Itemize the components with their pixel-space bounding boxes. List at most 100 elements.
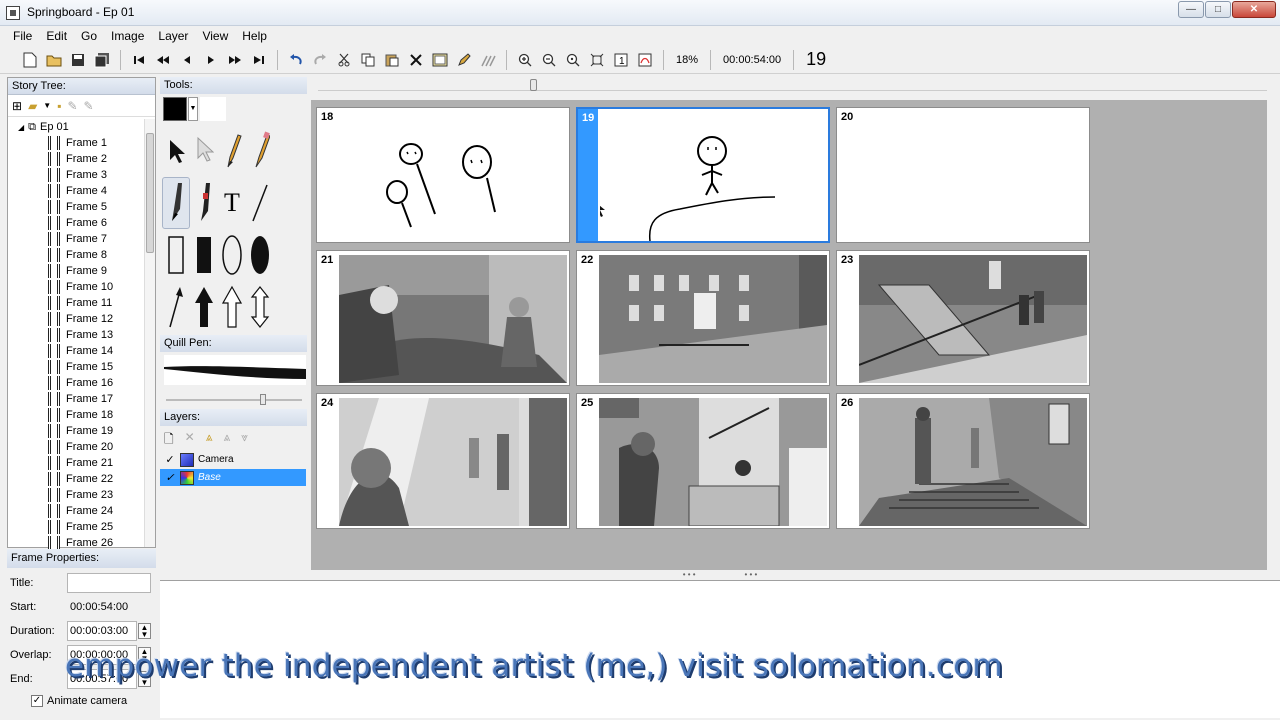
copy-icon[interactable]	[356, 49, 380, 71]
storyboard-frame[interactable]: 22	[576, 250, 830, 386]
tree-frame-item[interactable]: Frame 12	[8, 311, 146, 327]
rectangle-outline-icon[interactable]	[162, 229, 190, 281]
brush-color-swatch[interactable]	[163, 97, 187, 121]
tree-frame-item[interactable]: Frame 25	[8, 519, 146, 535]
tree-frame-item[interactable]: Frame 14	[8, 343, 146, 359]
layer-visibility-check[interactable]: ✓	[164, 453, 176, 466]
brushes-icon[interactable]	[476, 49, 500, 71]
play-icon[interactable]	[199, 49, 223, 71]
tree-frame-item[interactable]: Frame 16	[8, 375, 146, 391]
ellipse-filled-icon[interactable]	[246, 229, 274, 281]
color-dropdown-icon[interactable]: ▼	[188, 97, 198, 121]
delete-layer-icon[interactable]: ✕	[185, 430, 195, 451]
secondary-color-swatch[interactable]	[200, 97, 226, 121]
tree-frame-item[interactable]: Frame 7	[8, 231, 146, 247]
menu-view[interactable]: View	[195, 26, 235, 46]
paste-icon[interactable]	[380, 49, 404, 71]
zoom-out-icon[interactable]	[537, 49, 561, 71]
bold-arrow-icon[interactable]	[190, 281, 218, 333]
ellipse-outline-icon[interactable]	[218, 229, 246, 281]
expand-icon[interactable]: ◢	[18, 123, 24, 132]
line-tool-icon[interactable]	[246, 177, 274, 229]
tree-frame-item[interactable]: Frame 21	[8, 455, 146, 471]
double-arrow-icon[interactable]	[246, 281, 274, 333]
ink-pen-tool-icon[interactable]	[190, 177, 218, 229]
rewind-icon[interactable]	[151, 49, 175, 71]
tree-frame-item[interactable]: Frame 9	[8, 263, 146, 279]
menu-image[interactable]: Image	[104, 26, 151, 46]
transform-arrow-icon[interactable]	[190, 125, 218, 177]
title-field[interactable]	[67, 573, 151, 593]
timeline-slider-thumb[interactable]	[530, 79, 537, 91]
storyboard-frame[interactable]: 24	[316, 393, 570, 529]
move-layer-down-icon[interactable]: ⩔	[241, 430, 248, 451]
zoom-in-icon[interactable]	[513, 49, 537, 71]
tree-frame-item[interactable]: Frame 1	[8, 135, 146, 151]
tree-frame-item[interactable]: Frame 10	[8, 279, 146, 295]
tree-frame-item[interactable]: Frame 23	[8, 487, 146, 503]
tree-frame-item[interactable]: Frame 17	[8, 391, 146, 407]
pencil-tool-icon[interactable]	[218, 125, 246, 177]
quill-pen-tool-icon[interactable]	[162, 177, 190, 229]
undo-icon[interactable]	[284, 49, 308, 71]
quill-size-slider[interactable]	[166, 394, 302, 405]
last-frame-icon[interactable]	[247, 49, 271, 71]
edit-icon[interactable]: ✎	[67, 99, 77, 113]
storyboard-frame[interactable]: 25	[576, 393, 830, 529]
tree-frame-item[interactable]: Frame 2	[8, 151, 146, 167]
text-tool-icon[interactable]: T	[218, 177, 246, 229]
actual-size-icon[interactable]: 1	[609, 49, 633, 71]
folder-icon[interactable]: ▰	[28, 99, 37, 113]
storyboard-frame[interactable]: 21	[316, 250, 570, 386]
duration-spinner[interactable]: ▲ ▼	[138, 623, 151, 639]
storyboard-frame[interactable]: 23	[836, 250, 1090, 386]
fit-to-window-icon[interactable]	[585, 49, 609, 71]
storyboard-frame[interactable]: 26	[836, 393, 1090, 529]
storyboard-frame[interactable]: 20	[836, 107, 1090, 243]
menu-layer[interactable]: Layer	[151, 26, 195, 46]
pencil-icon[interactable]	[452, 49, 476, 71]
dropdown-arrow-icon[interactable]: ▼	[43, 101, 51, 110]
redo-icon[interactable]	[308, 49, 332, 71]
storyboard-frame-selected[interactable]: 19	[576, 107, 830, 243]
tree-frame-item[interactable]: Frame 3	[8, 167, 146, 183]
camera-view-icon[interactable]	[633, 49, 657, 71]
save-all-icon[interactable]	[90, 49, 114, 71]
layer-row-camera[interactable]: ✓ Camera	[160, 451, 306, 468]
zoom-reset-icon[interactable]	[561, 49, 585, 71]
menu-go[interactable]: Go	[74, 26, 104, 46]
timeline-slider[interactable]	[318, 79, 1267, 91]
open-folder-icon[interactable]	[42, 49, 66, 71]
tree-frame-item[interactable]: Frame 13	[8, 327, 146, 343]
new-folder-icon[interactable]: ▪	[57, 99, 61, 113]
tree-frame-item[interactable]: Frame 11	[8, 295, 146, 311]
rectangle-filled-icon[interactable]	[190, 229, 218, 281]
panel-splitter[interactable]: • • • • • •	[160, 571, 1280, 580]
story-tree-scrollbar[interactable]	[144, 119, 155, 547]
save-icon[interactable]	[66, 49, 90, 71]
tree-frame-item[interactable]: Frame 24	[8, 503, 146, 519]
animate-camera-checkbox[interactable]: ✓	[31, 695, 43, 707]
tree-root-episode[interactable]: ◢ ⧉ Ep 01	[8, 119, 146, 135]
maximize-button[interactable]: □	[1205, 1, 1231, 18]
menu-help[interactable]: Help	[235, 26, 274, 46]
prev-frame-icon[interactable]	[175, 49, 199, 71]
menu-edit[interactable]: Edit	[39, 26, 74, 46]
tree-frame-item[interactable]: Frame 26	[8, 535, 146, 549]
close-button[interactable]: ✕	[1232, 1, 1276, 18]
eraser-pencil-icon[interactable]	[246, 125, 274, 177]
thin-arrow-icon[interactable]	[162, 281, 190, 333]
first-frame-icon[interactable]	[127, 49, 151, 71]
quill-slider-thumb[interactable]	[260, 394, 266, 405]
layer-visibility-check[interactable]: ✓	[164, 471, 176, 484]
tree-frame-item[interactable]: Frame 18	[8, 407, 146, 423]
scrollbar-thumb[interactable]	[146, 133, 154, 253]
image-frame-icon[interactable]	[428, 49, 452, 71]
fast-forward-icon[interactable]	[223, 49, 247, 71]
move-layer-up-icon[interactable]: ⩓	[224, 430, 231, 451]
add-sequence-icon[interactable]: ⊞	[12, 99, 22, 113]
outline-arrow-icon[interactable]	[218, 281, 246, 333]
tree-frame-item[interactable]: Frame 6	[8, 215, 146, 231]
tree-frame-item[interactable]: Frame 15	[8, 359, 146, 375]
tree-frame-item[interactable]: Frame 4	[8, 183, 146, 199]
